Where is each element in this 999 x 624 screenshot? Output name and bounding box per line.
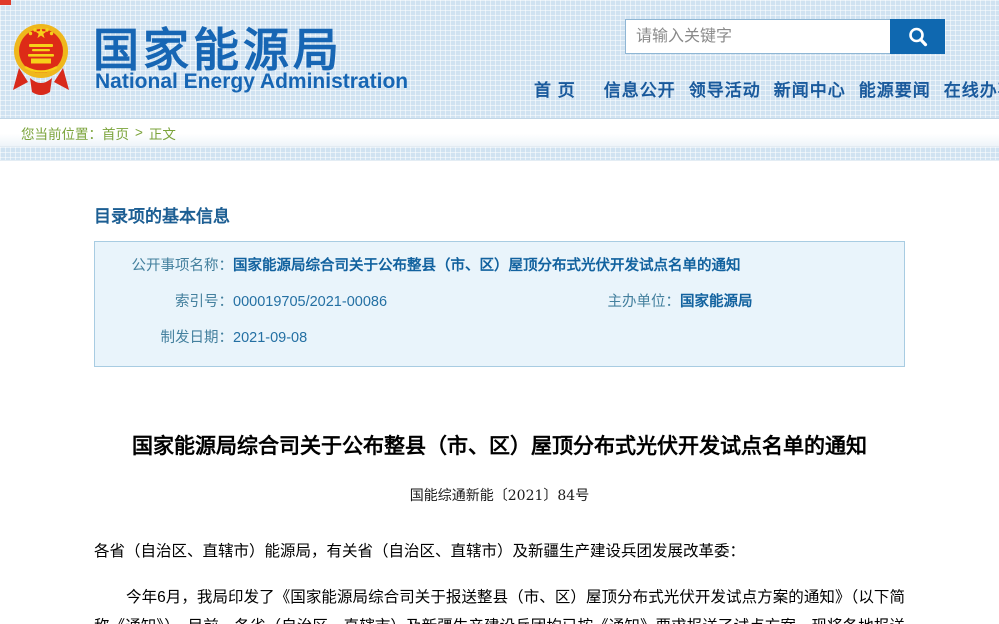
- info-row-date: 制发日期： 2021-09-08: [95, 320, 904, 356]
- breadcrumb-home-link[interactable]: 首页: [102, 123, 129, 143]
- nav-item-leadership[interactable]: 领导活动: [689, 76, 761, 101]
- article-content: 目录项的基本信息 公开事项名称： 国家能源局综合司关于公布整县（市、区）屋顶分布…: [0, 202, 999, 624]
- field-label-date: 制发日期：: [95, 320, 233, 356]
- search-button[interactable]: [890, 19, 945, 54]
- catalog-info-box: 公开事项名称： 国家能源局综合司关于公布整县（市、区）屋顶分布式光伏开发试点名单…: [94, 241, 905, 367]
- breadcrumb-prefix: 您当前位置：: [21, 123, 102, 143]
- field-value-index: 000019705/2021-00086: [233, 284, 585, 320]
- info-row-index-org: 索引号： 000019705/2021-00086 主办单位： 国家能源局: [95, 284, 904, 320]
- breadcrumb-current: 正文: [149, 123, 176, 143]
- field-value-name: 国家能源局综合司关于公布整县（市、区）屋顶分布式光伏开发试点名单的通知: [233, 248, 741, 284]
- info-row-name: 公开事项名称： 国家能源局综合司关于公布整县（市、区）屋顶分布式光伏开发试点名单…: [95, 248, 904, 284]
- main-nav: 首 页 信息公开 领导活动 新闻中心 能源要闻 在线办事: [534, 76, 974, 101]
- nav-item-news-center[interactable]: 新闻中心: [774, 76, 846, 101]
- search-icon: [906, 25, 930, 49]
- breadcrumb-separator: >: [135, 125, 143, 140]
- nav-item-online-services[interactable]: 在线办事: [944, 76, 999, 101]
- page: 国家能源局 National Energy Administration 首 页…: [0, 0, 999, 624]
- catalog-heading: 目录项的基本信息: [94, 202, 905, 227]
- national-emblem-logo: [12, 18, 70, 100]
- site-title-en: National Energy Administration: [95, 70, 408, 94]
- document-paragraph: 今年6月，我局印发了《国家能源局综合司关于报送整县（市、区）屋顶分布式光伏开发试…: [94, 583, 905, 624]
- field-label-index: 索引号：: [95, 284, 233, 320]
- document-title: 国家能源局综合司关于公布整县（市、区）屋顶分布式光伏开发试点名单的通知: [94, 430, 905, 460]
- nav-item-home[interactable]: 首 页: [534, 76, 576, 101]
- document-number: 国能综通新能〔2021〕84号: [94, 485, 905, 505]
- field-label-name: 公开事项名称：: [95, 248, 233, 284]
- search-input[interactable]: [625, 19, 890, 54]
- divider-strip: [0, 147, 999, 161]
- site-header: 国家能源局 National Energy Administration 首 页…: [0, 0, 999, 119]
- field-value-org: 国家能源局: [680, 284, 753, 320]
- field-label-org: 主办单位：: [585, 284, 680, 320]
- breadcrumb: 您当前位置： 首页 > 正文: [0, 119, 999, 147]
- corner-red-mark: [0, 0, 11, 5]
- field-value-date: 2021-09-08: [233, 320, 307, 356]
- nav-item-energy-news[interactable]: 能源要闻: [859, 76, 931, 101]
- document-salutation: 各省（自治区、直辖市）能源局，有关省（自治区、直辖市）及新疆生产建设兵团发展改革…: [94, 537, 905, 566]
- nav-item-info-open[interactable]: 信息公开: [604, 76, 676, 101]
- search-bar: [625, 19, 945, 54]
